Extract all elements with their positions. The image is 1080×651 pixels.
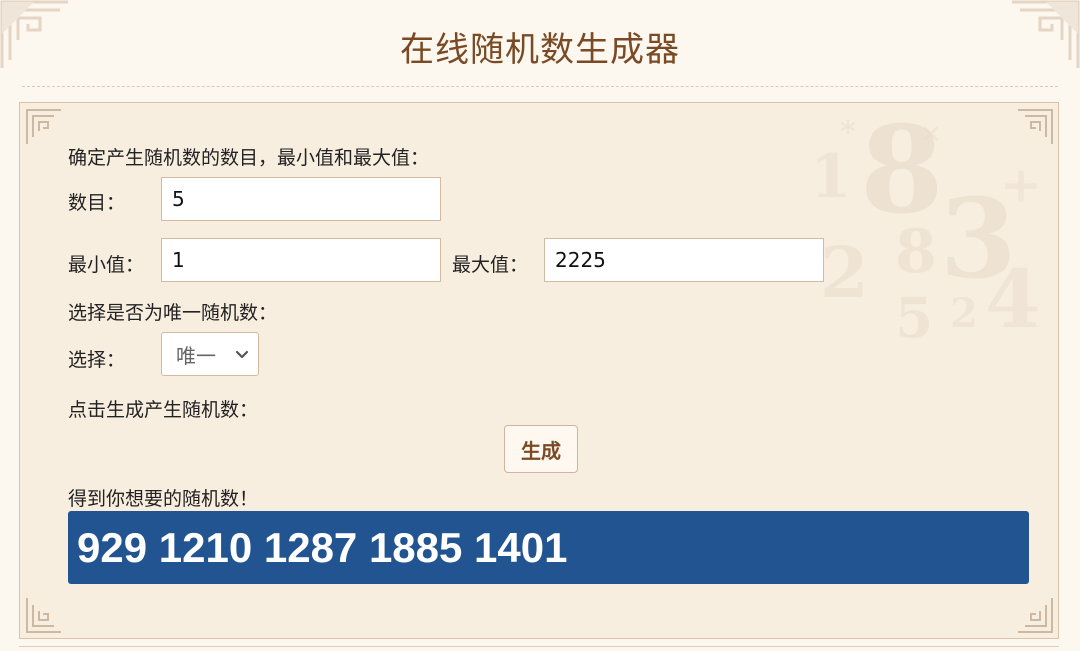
panel-corner-bottom-right-icon (1018, 598, 1053, 633)
page-title: 在线随机数生成器 (400, 30, 680, 70)
intro-label: 确定产生随机数的数目，最小值和最大值： (68, 147, 430, 169)
max-label: 最大值： (452, 254, 529, 276)
unique-prompt: 选择是否为唯一随机数： (68, 302, 278, 324)
count-input[interactable] (161, 177, 441, 221)
count-label: 数目： (68, 192, 126, 214)
panel-corner-bottom-left-icon (26, 598, 61, 633)
unique-select-value: 唯一 (176, 343, 216, 368)
result-label: 得到你想要的随机数！ (68, 488, 259, 510)
select-label: 选择： (68, 349, 126, 371)
title-divider (22, 86, 1058, 87)
panel-corner-top-right-icon (1018, 109, 1053, 144)
unique-select[interactable]: 唯一 (161, 332, 259, 376)
max-input[interactable] (544, 238, 824, 282)
min-input[interactable] (161, 238, 441, 282)
bottom-divider (19, 646, 1059, 647)
generate-prompt: 点击生成产生随机数： (68, 399, 259, 421)
min-label: 最小值： (68, 254, 145, 276)
result-output: 929 1210 1287 1885 1401 (68, 511, 1029, 584)
generate-button[interactable]: 生成 (504, 425, 578, 473)
chevron-down-icon (235, 350, 249, 359)
panel-corner-top-left-icon (26, 109, 61, 144)
